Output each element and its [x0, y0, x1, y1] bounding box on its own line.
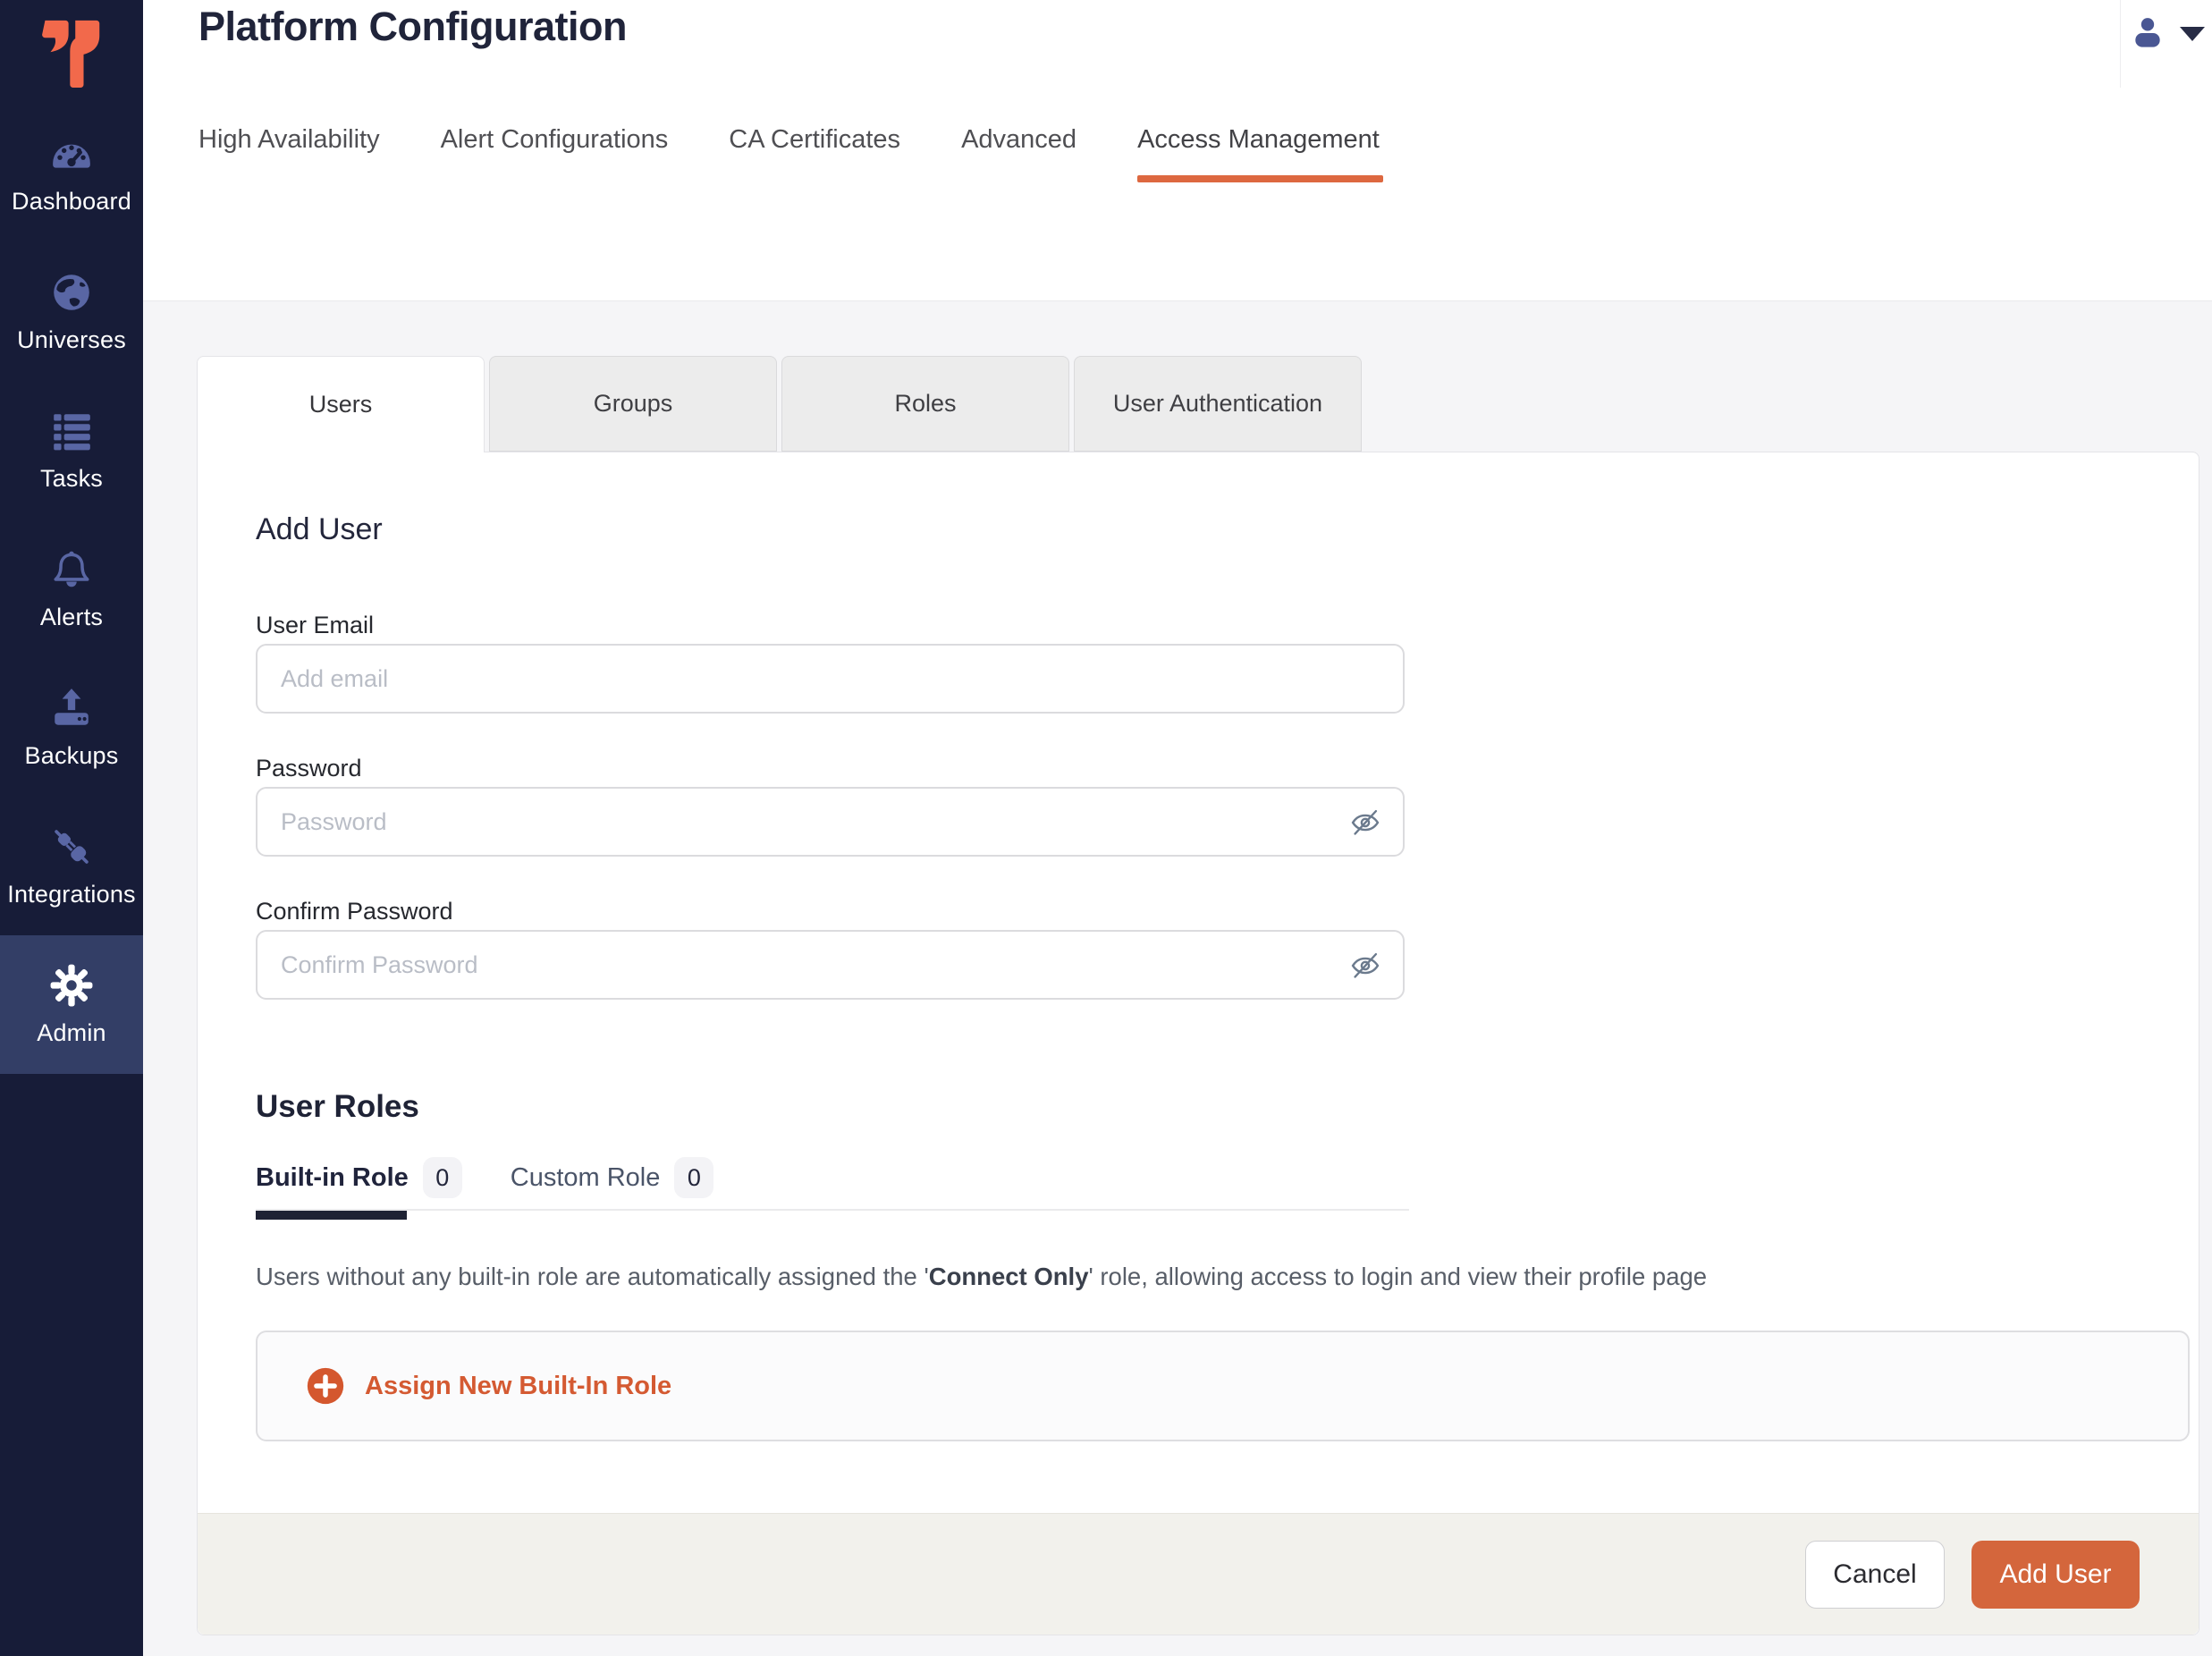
header-divider [2120, 0, 2121, 88]
sidebar-item-tasks[interactable]: Tasks [0, 381, 143, 520]
integrations-plug-icon [48, 824, 95, 869]
custom-role-count-badge: 0 [674, 1157, 713, 1198]
roles-description: Users without any built-in role are auto… [256, 1261, 2188, 1293]
confirm-password-label: Confirm Password [256, 896, 1405, 926]
admin-gear-icon [48, 963, 95, 1008]
cancel-button[interactable]: Cancel [1805, 1541, 1945, 1609]
add-user-heading: Add User [256, 511, 2188, 547]
tab-built-in-role[interactable]: Built-in Role 0 [256, 1157, 462, 1198]
user-roles-tabs: Built-in Role 0 Custom Role 0 [256, 1157, 1409, 1211]
yugabyte-logo-icon [38, 11, 106, 97]
user-email-label: User Email [256, 610, 1405, 640]
sidebar-item-admin[interactable]: Admin [0, 935, 143, 1074]
page-title: Platform Configuration [198, 4, 627, 50]
backups-upload-icon [48, 686, 95, 731]
access-management-subtabs: Users Groups Roles User Authentication [197, 356, 2212, 452]
add-user-panel: Add User User Email Password [197, 452, 2199, 1635]
add-user-form: Add User User Email Password [198, 452, 2199, 1513]
user-email-input[interactable] [256, 644, 1405, 714]
form-footer: Cancel Add User [198, 1513, 2199, 1635]
tasks-list-icon [48, 409, 95, 453]
platform-config-tabs: High Availability Alert Configurations C… [198, 123, 1380, 211]
page-header: Platform Configuration High Availability… [143, 0, 2212, 301]
content-area: Users Groups Roles User Authentication A… [143, 301, 2212, 1656]
sidebar-item-integrations[interactable]: Integrations [0, 797, 143, 935]
subtab-users[interactable]: Users [197, 356, 485, 452]
tab-custom-role[interactable]: Custom Role 0 [511, 1157, 714, 1198]
assign-built-in-role-button[interactable]: Assign New Built-In Role [256, 1331, 2190, 1441]
sidebar: Dashboard Universes Tasks [0, 0, 143, 1656]
add-user-button[interactable]: Add User [1971, 1541, 2140, 1609]
confirm-password-field-group: Confirm Password [256, 896, 1405, 1000]
chevron-down-icon [2180, 27, 2205, 41]
built-in-role-label: Built-in Role [256, 1159, 409, 1196]
app-logo[interactable] [0, 0, 143, 104]
user-email-field-group: User Email [256, 610, 1405, 714]
dashboard-gauge-icon [48, 131, 95, 176]
subtab-roles[interactable]: Roles [781, 356, 1069, 452]
eye-slash-icon [1347, 805, 1384, 839]
sidebar-item-label: Dashboard [12, 188, 131, 215]
user-avatar-icon [2130, 13, 2166, 52]
sidebar-item-alerts[interactable]: Alerts [0, 520, 143, 658]
subtab-user-authentication[interactable]: User Authentication [1074, 356, 1362, 452]
user-roles-heading: User Roles [256, 1089, 2188, 1125]
sidebar-item-label: Tasks [40, 465, 103, 493]
sidebar-item-label: Admin [37, 1019, 106, 1047]
sidebar-item-label: Integrations [7, 881, 136, 908]
built-in-role-count-badge: 0 [423, 1157, 462, 1198]
subtab-groups[interactable]: Groups [489, 356, 777, 452]
alerts-bell-icon [48, 547, 95, 592]
password-field-group: Password [256, 753, 1405, 857]
user-menu[interactable] [2130, 13, 2205, 52]
assign-built-in-role-label: Assign New Built-In Role [365, 1372, 671, 1401]
custom-role-label: Custom Role [511, 1159, 661, 1196]
tab-ca-certificates[interactable]: CA Certificates [729, 123, 900, 211]
password-label: Password [256, 753, 1405, 783]
password-visibility-toggle[interactable] [1342, 798, 1389, 845]
sidebar-nav: Dashboard Universes Tasks [0, 104, 143, 1074]
sidebar-item-dashboard[interactable]: Dashboard [0, 104, 143, 242]
eye-slash-icon [1347, 948, 1384, 982]
sidebar-item-label: Backups [25, 742, 119, 770]
password-input[interactable] [256, 787, 1405, 857]
tab-alert-configurations[interactable]: Alert Configurations [441, 123, 669, 211]
confirm-password-input[interactable] [256, 930, 1405, 1000]
tab-advanced[interactable]: Advanced [961, 123, 1076, 211]
plus-circle-icon [306, 1366, 345, 1406]
sidebar-item-label: Alerts [40, 604, 103, 631]
main-area: Platform Configuration High Availability… [143, 0, 2212, 1656]
universes-globe-icon [48, 270, 95, 315]
tab-access-management[interactable]: Access Management [1137, 123, 1380, 211]
confirm-password-visibility-toggle[interactable] [1342, 942, 1389, 988]
tab-high-availability[interactable]: High Availability [198, 123, 380, 211]
sidebar-item-label: Universes [17, 326, 126, 354]
sidebar-item-backups[interactable]: Backups [0, 658, 143, 797]
sidebar-item-universes[interactable]: Universes [0, 242, 143, 381]
